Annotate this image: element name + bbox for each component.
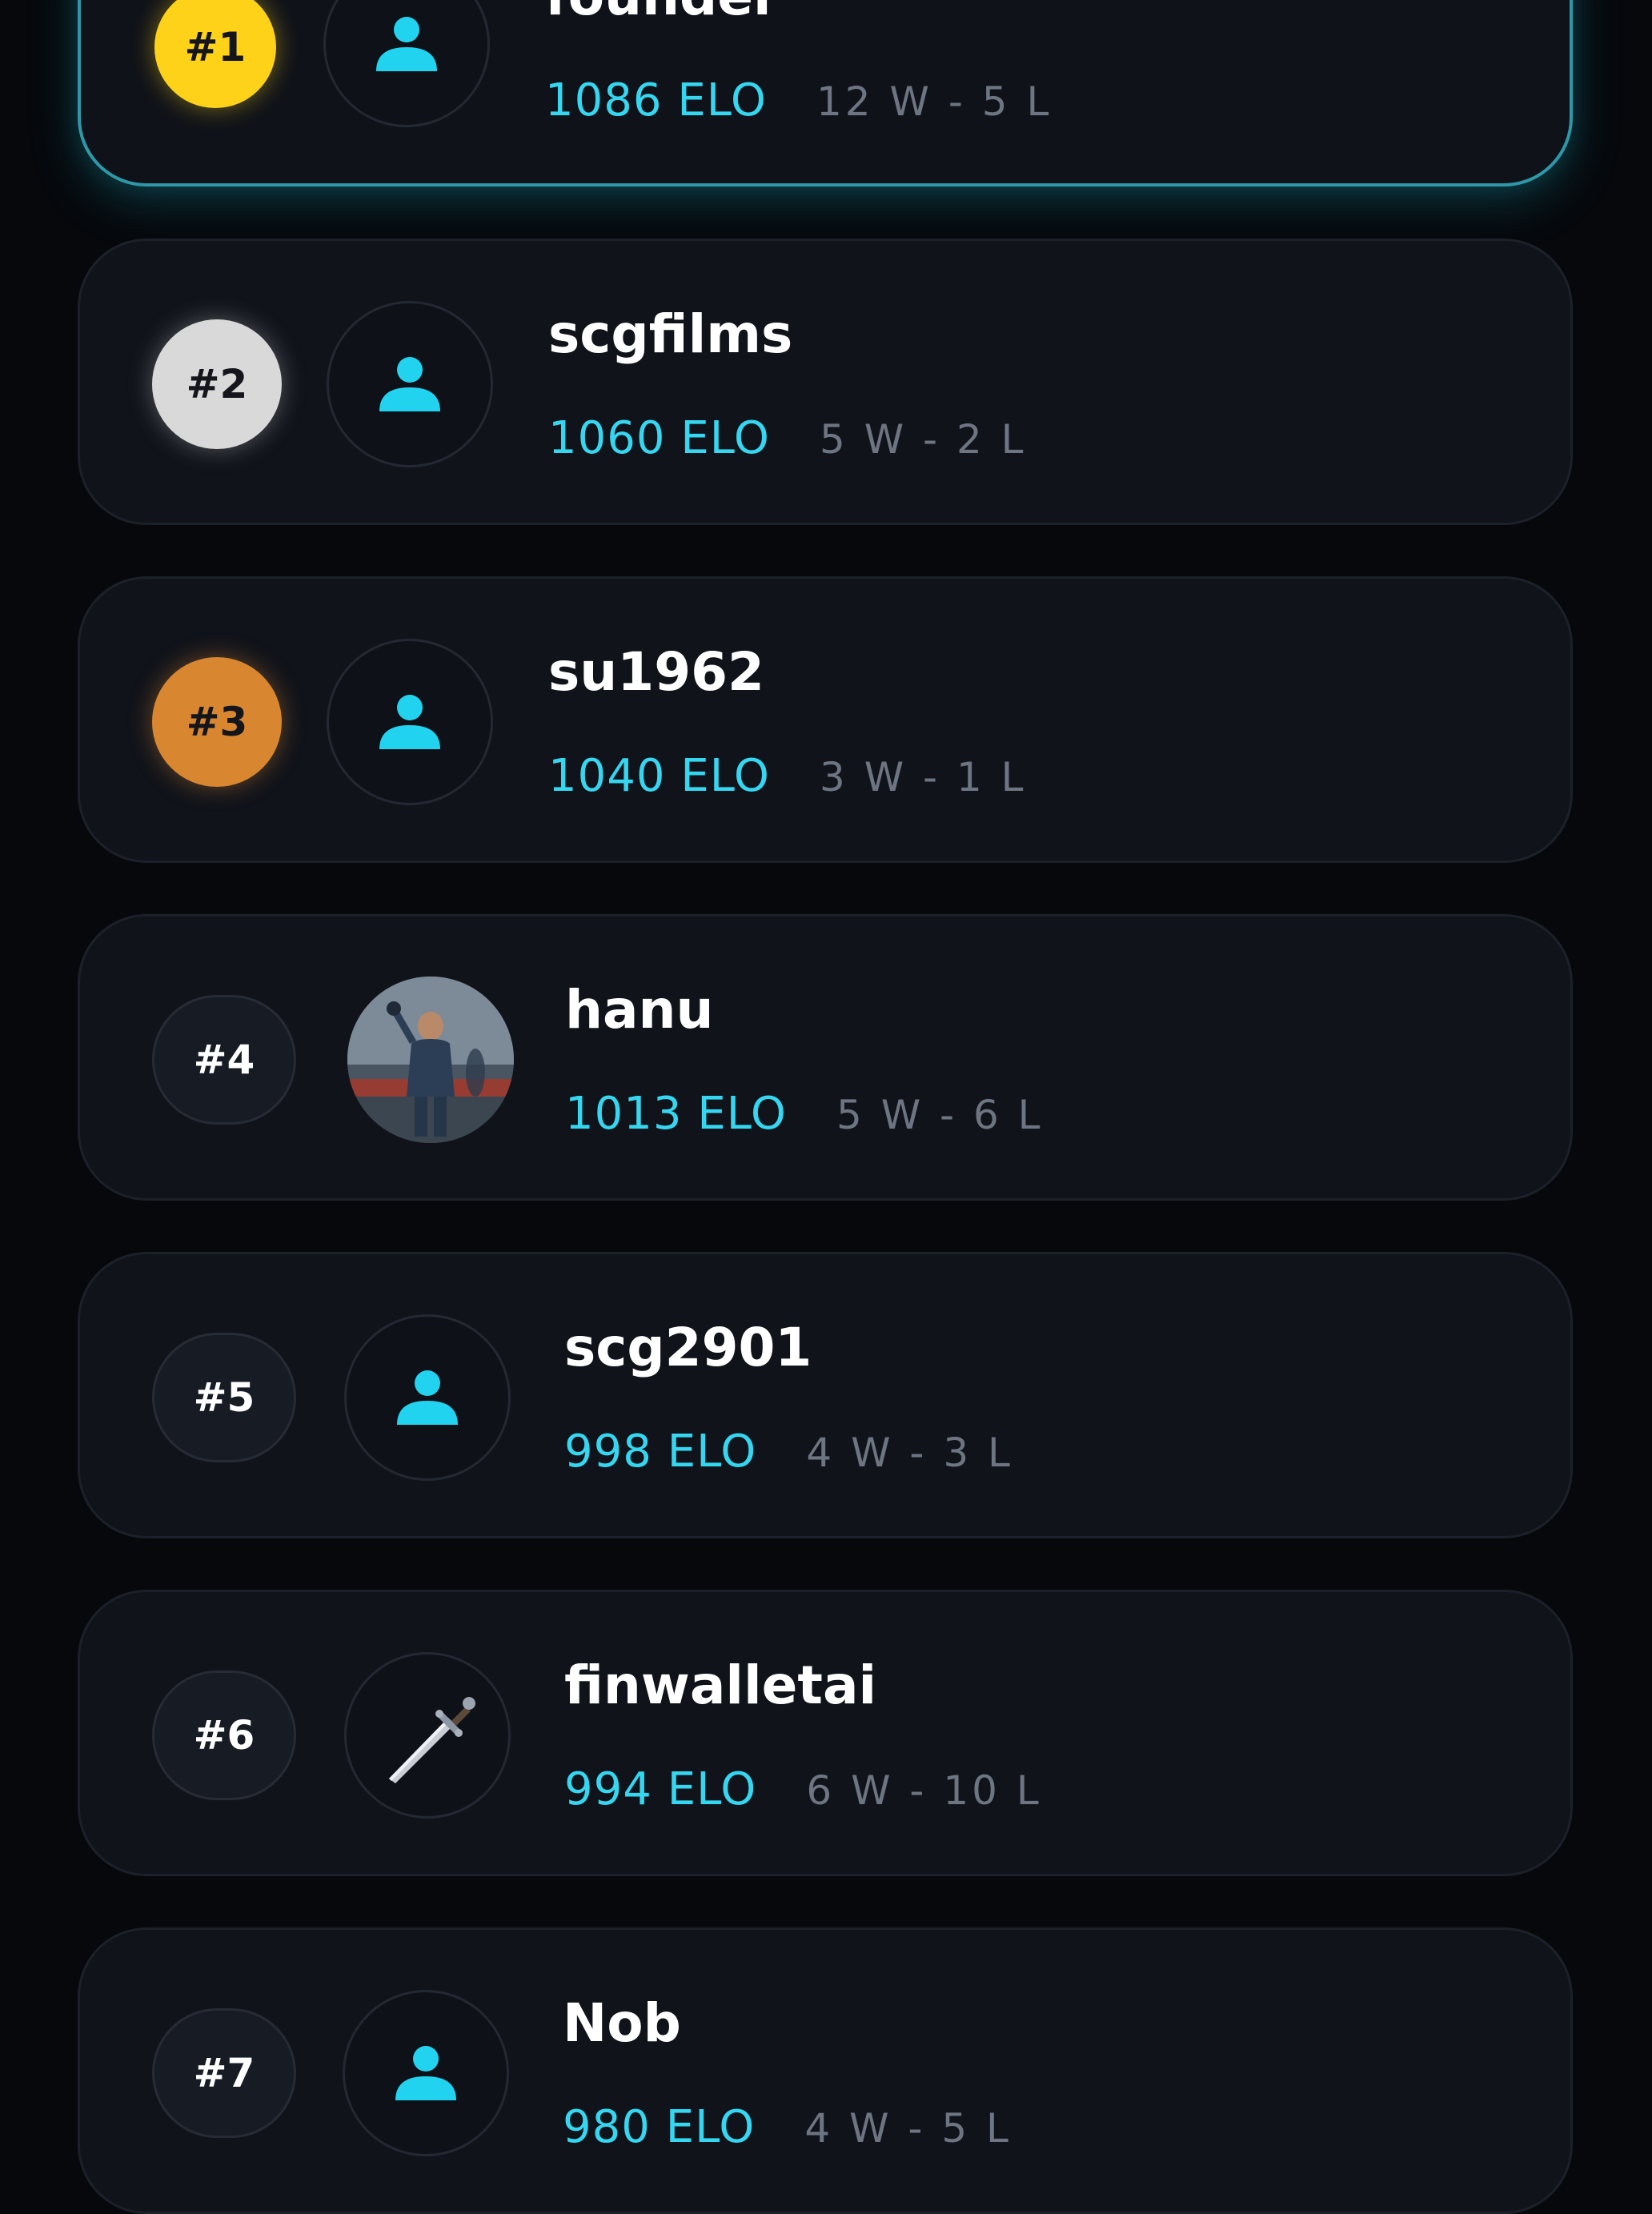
player-stats: 1060 ELO 5 W - 2 L bbox=[548, 412, 1027, 464]
avatar bbox=[344, 1314, 511, 1481]
player-name: scgfilms bbox=[548, 303, 793, 365]
player-stats: 994 ELO 6 W - 10 L bbox=[564, 1763, 1042, 1815]
profile-photo bbox=[347, 977, 514, 1143]
player-stats: 1013 ELO 5 W - 6 L bbox=[565, 1088, 1044, 1140]
elo-rating: 1060 ELO bbox=[548, 412, 770, 464]
person-icon bbox=[379, 695, 440, 749]
player-stats: 1040 ELO 3 W - 1 L bbox=[548, 750, 1027, 802]
player-stats: 1086 ELO 12 W - 5 L bbox=[545, 74, 1052, 126]
leaderboard-row-1[interactable]: #1 founder 1086 ELO 12 W - 5 L bbox=[78, 0, 1573, 187]
person-icon bbox=[397, 1370, 458, 1425]
leaderboard-row-2[interactable]: #2 scgfilms 1060 ELO 5 W - 2 L bbox=[78, 239, 1573, 525]
avatar bbox=[347, 977, 514, 1143]
avatar bbox=[323, 0, 490, 127]
avatar bbox=[327, 301, 493, 467]
avatar bbox=[344, 1652, 511, 1819]
avatar bbox=[343, 1990, 509, 2156]
elo-rating: 1013 ELO bbox=[565, 1088, 787, 1140]
player-name: finwalletai bbox=[564, 1654, 877, 1716]
avatar bbox=[327, 639, 493, 805]
leaderboard-row-5[interactable]: #5 scg2901 998 ELO 4 W - 3 L bbox=[78, 1252, 1573, 1538]
win-loss-record: 3 W - 1 L bbox=[819, 754, 1027, 800]
person-icon bbox=[376, 17, 437, 71]
player-name: hanu bbox=[565, 979, 714, 1041]
rank-badge: #5 bbox=[152, 1333, 296, 1462]
rank-badge: #2 bbox=[152, 319, 282, 449]
rank-badge: #1 bbox=[154, 0, 276, 108]
leaderboard-row-6[interactable]: #6 finwalletai 994 ELO 6 W - 10 L bbox=[78, 1590, 1573, 1876]
win-loss-record: 12 W - 5 L bbox=[816, 78, 1053, 125]
player-name: founder bbox=[545, 0, 780, 27]
win-loss-record: 5 W - 2 L bbox=[819, 416, 1027, 463]
win-loss-record: 4 W - 3 L bbox=[806, 1430, 1013, 1476]
dagger-icon bbox=[389, 1697, 475, 1783]
win-loss-record: 6 W - 10 L bbox=[806, 1767, 1042, 1814]
person-icon bbox=[395, 2046, 456, 2100]
win-loss-record: 5 W - 6 L bbox=[836, 1092, 1044, 1138]
leaderboard-row-7[interactable]: #7 Nob 980 ELO 4 W - 5 L bbox=[78, 1927, 1573, 2214]
elo-rating: 980 ELO bbox=[563, 2101, 756, 2153]
elo-rating: 1040 ELO bbox=[548, 750, 770, 802]
elo-rating: 994 ELO bbox=[564, 1763, 757, 1815]
elo-rating: 1086 ELO bbox=[545, 74, 767, 126]
win-loss-record: 4 W - 5 L bbox=[804, 2105, 1012, 2152]
rank-badge: #3 bbox=[152, 657, 282, 787]
leaderboard-row-4[interactable]: #4 hanu 1013 ELO 5 W - 6 L bbox=[78, 914, 1573, 1201]
player-stats: 980 ELO 4 W - 5 L bbox=[563, 2101, 1012, 2153]
rank-badge: #6 bbox=[152, 1671, 296, 1800]
player-stats: 998 ELO 4 W - 3 L bbox=[564, 1426, 1013, 1478]
leaderboard-list: #1 founder 1086 ELO 12 W - 5 L #2 scgfil… bbox=[0, 0, 1652, 2214]
leaderboard-row-3[interactable]: #3 su1962 1040 ELO 3 W - 1 L bbox=[78, 576, 1573, 863]
rank-badge: #7 bbox=[152, 2008, 296, 2138]
player-name: Nob bbox=[563, 1992, 681, 2054]
elo-rating: 998 ELO bbox=[564, 1426, 757, 1478]
person-icon bbox=[379, 357, 440, 411]
rank-badge: #4 bbox=[152, 995, 296, 1125]
player-name: su1962 bbox=[548, 641, 764, 703]
player-name: scg2901 bbox=[564, 1317, 812, 1378]
